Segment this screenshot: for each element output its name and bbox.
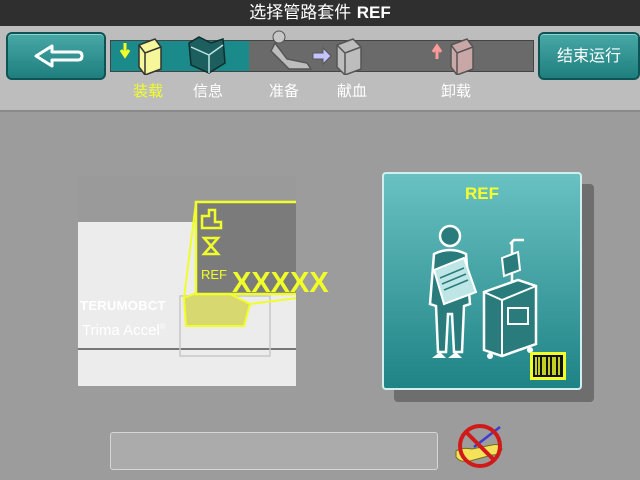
procedure-progress-track xyxy=(110,30,534,75)
main-content: TERUMOBCT Trima Accel® REF XXXXX REF xyxy=(0,112,640,480)
step-label-load: 装载 xyxy=(133,82,164,100)
status-message-box xyxy=(110,432,438,470)
no-donor-arm-icon xyxy=(455,424,503,468)
page-title: 选择管路套件 xyxy=(249,3,352,23)
unload-kit-icon xyxy=(431,38,474,75)
donor-chair-icon xyxy=(270,30,313,70)
ref-prefix: REF xyxy=(201,267,227,282)
step-label-prepare: 准备 xyxy=(269,82,300,100)
donate-kit-icon xyxy=(336,38,362,75)
barcode-icon xyxy=(530,352,566,380)
arrow-right-icon xyxy=(312,46,332,66)
step-label-info: 信息 xyxy=(193,82,224,100)
folder-icon xyxy=(188,36,226,74)
end-run-button[interactable]: 结束运行 xyxy=(538,32,640,80)
ref-select-button[interactable]: REF xyxy=(382,172,582,390)
page-title-code: REF xyxy=(356,3,391,22)
back-arrow-icon xyxy=(34,44,84,68)
step-label-unload: 卸载 xyxy=(441,82,472,100)
back-button[interactable] xyxy=(6,32,106,80)
kit-package-illustration: TERUMOBCT Trima Accel® REF XXXXX xyxy=(78,176,329,386)
title-bar: 选择管路套件 REF xyxy=(0,0,640,26)
step-label-donate: 献血 xyxy=(337,82,368,100)
navigation-bar: 装载 信息 准备 献血 卸载 结束运行 xyxy=(0,26,640,112)
ref-value: XXXXX xyxy=(232,267,329,299)
load-kit-icon xyxy=(119,38,162,75)
